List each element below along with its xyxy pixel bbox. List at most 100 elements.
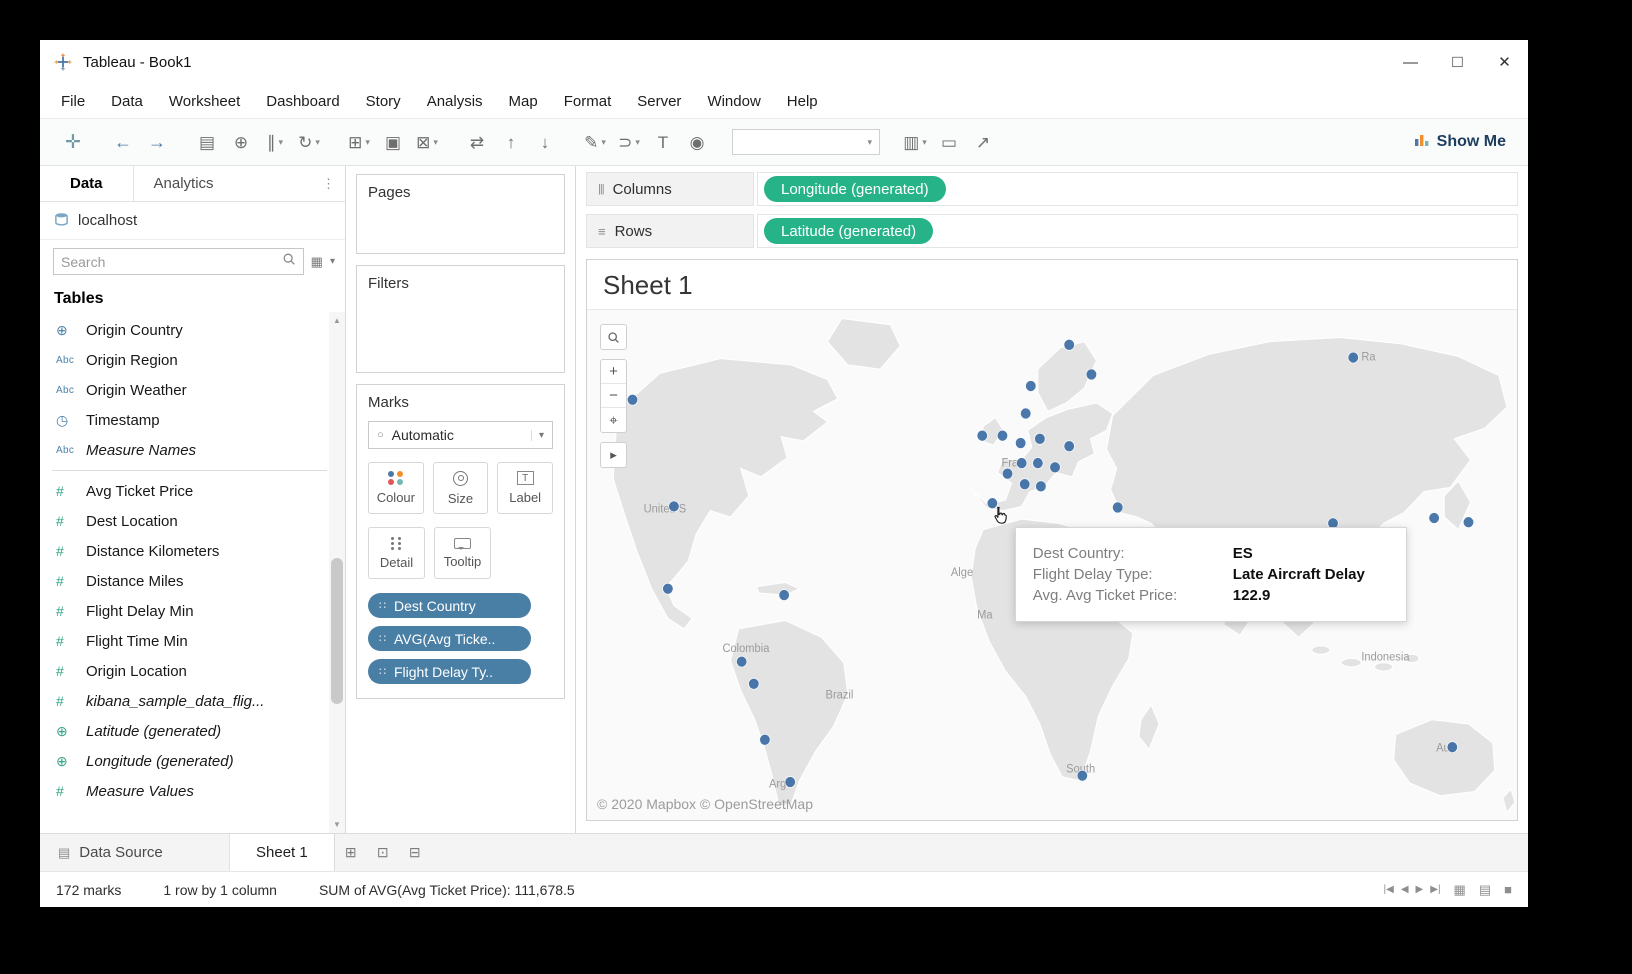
map-mark-26[interactable] xyxy=(749,678,760,689)
new-worksheet-button[interactable]: ⊞▾ xyxy=(342,125,376,159)
fit-selector[interactable]: ▾ xyxy=(732,129,880,155)
menu-item-map[interactable]: Map xyxy=(496,93,551,110)
tab-sheet-1[interactable]: Sheet 1 xyxy=(230,834,335,871)
status-view-icon-2[interactable]: ■ xyxy=(1504,882,1512,897)
menu-item-story[interactable]: Story xyxy=(353,93,414,110)
menu-item-file[interactable]: File xyxy=(48,93,98,110)
minimize-button[interactable]: — xyxy=(1387,40,1434,84)
map-mark-18[interactable] xyxy=(1112,502,1123,513)
map-mark-29[interactable] xyxy=(1077,770,1088,781)
show-me-button[interactable]: Show Me xyxy=(1408,133,1512,152)
tab-analytics[interactable]: Analytics xyxy=(134,166,234,201)
field-flight-time-min[interactable]: #Flight Time Min xyxy=(40,626,327,656)
map-mark-1[interactable] xyxy=(1064,339,1075,350)
search-input[interactable] xyxy=(61,254,282,270)
colour-button[interactable]: Colour xyxy=(368,462,424,514)
zoom-in-button[interactable]: + xyxy=(601,360,626,384)
new-dashboard-button[interactable]: ⊡ xyxy=(367,834,399,871)
share-button[interactable]: ↗ xyxy=(966,125,1000,159)
map-mark-7[interactable] xyxy=(997,430,1008,441)
tab-data-source[interactable]: ▤ Data Source xyxy=(40,834,230,871)
map-mark-4[interactable] xyxy=(1020,408,1031,419)
marks-pill-flight-delay-ty[interactable]: ∷Flight Delay Ty.. xyxy=(368,659,531,684)
map-mark-2[interactable] xyxy=(1086,369,1097,380)
marks-pill-dest-country[interactable]: ∷Dest Country xyxy=(368,593,531,618)
field-origin-weather[interactable]: AbcOrigin Weather xyxy=(40,375,327,405)
view-as-grid-icon[interactable]: ▦ xyxy=(311,254,323,270)
sort-descending-button[interactable]: ↓ xyxy=(528,125,562,159)
field-distance-kilometers[interactable]: #Distance Kilometers xyxy=(40,536,327,566)
show-mark-labels-button[interactable]: ▥▾ xyxy=(898,125,932,159)
expand-controls-button[interactable]: ▸ xyxy=(600,442,627,468)
map-mark-15[interactable] xyxy=(1019,479,1030,490)
columns-pill[interactable]: Longitude (generated) xyxy=(764,176,946,202)
highlight-button[interactable]: ✎▾ xyxy=(578,125,612,159)
field-timestamp[interactable]: ◷Timestamp xyxy=(40,405,327,435)
menu-item-worksheet[interactable]: Worksheet xyxy=(156,93,253,110)
menu-item-analysis[interactable]: Analysis xyxy=(414,93,496,110)
map-mark-13[interactable] xyxy=(1050,462,1061,473)
map-mark-5[interactable] xyxy=(1348,352,1359,363)
tab-data[interactable]: Data xyxy=(40,166,134,201)
map-mark-28[interactable] xyxy=(785,776,796,787)
field-kibana-sample-data-flig[interactable]: #kibana_sample_data_flig... xyxy=(40,686,327,716)
status-nav-icon-1[interactable]: ◀ xyxy=(1401,884,1409,895)
map-mark-19[interactable] xyxy=(1463,517,1474,528)
field-dest-location[interactable]: #Dest Location xyxy=(40,506,327,536)
pane-options-icon[interactable]: ⋮ xyxy=(312,176,345,192)
columns-shelf[interactable]: Longitude (generated) xyxy=(757,172,1518,206)
status-nav-icon-2[interactable]: ▶ xyxy=(1416,884,1424,895)
menu-item-data[interactable]: Data xyxy=(98,93,156,110)
menu-item-dashboard[interactable]: Dashboard xyxy=(253,93,352,110)
field-origin-country[interactable]: ⊕Origin Country xyxy=(40,315,327,345)
scroll-down-icon[interactable]: ▼ xyxy=(333,816,341,833)
menu-item-server[interactable]: Server xyxy=(624,93,694,110)
map-mark-16[interactable] xyxy=(1036,481,1047,492)
map-search-button[interactable] xyxy=(600,324,627,350)
status-view-icon-0[interactable]: ▦ xyxy=(1454,882,1466,898)
detail-button[interactable]: Detail xyxy=(368,527,425,579)
map-mark-10[interactable] xyxy=(1064,441,1075,452)
group-members-button[interactable]: ⊃▾ xyxy=(612,125,646,159)
label-button[interactable]: T Label xyxy=(497,462,553,514)
new-story-button[interactable]: ⊟ xyxy=(399,834,431,871)
field-avg-ticket-price[interactable]: #Avg Ticket Price xyxy=(40,476,327,506)
map-mark-14[interactable] xyxy=(1002,468,1013,479)
rows-pill[interactable]: Latitude (generated) xyxy=(764,218,933,244)
field-measure-values[interactable]: #Measure Values xyxy=(40,776,327,806)
new-data-source-button[interactable]: ⊕ xyxy=(224,125,258,159)
maximize-button[interactable]: □ xyxy=(1434,40,1481,84)
map-mark-8[interactable] xyxy=(1015,438,1026,449)
menu-item-help[interactable]: Help xyxy=(774,93,831,110)
field-flight-delay-min[interactable]: #Flight Delay Min xyxy=(40,596,327,626)
new-worksheet-button[interactable]: ⊞ xyxy=(335,834,367,871)
map-mark-11[interactable] xyxy=(1016,458,1027,469)
field-origin-location[interactable]: #Origin Location xyxy=(40,656,327,686)
field-longitude-generated[interactable]: ⊕Longitude (generated) xyxy=(40,746,327,776)
zoom-out-button[interactable]: − xyxy=(601,384,626,408)
save-button[interactable]: ▤ xyxy=(190,125,224,159)
scrollbar-thumb[interactable] xyxy=(331,558,343,704)
map-mark-0[interactable] xyxy=(627,394,638,405)
map-mark-22[interactable] xyxy=(669,501,680,512)
undo-button[interactable]: ← xyxy=(106,125,140,159)
tooltip-button[interactable]: Tooltip xyxy=(434,527,491,579)
redo-button[interactable]: → xyxy=(140,125,174,159)
status-nav-icon-0[interactable]: |◀ xyxy=(1384,884,1394,895)
mark-type-dropdown[interactable]: ○ Automatic ▾ xyxy=(368,421,553,449)
map-mark-25[interactable] xyxy=(736,656,747,667)
map-mark-30[interactable] xyxy=(1447,742,1458,753)
clear-sheet-button[interactable]: ⊠▾ xyxy=(410,125,444,159)
map-mark-6[interactable] xyxy=(977,430,988,441)
map-mark-12[interactable] xyxy=(1033,458,1044,469)
pages-shelf[interactable]: Pages xyxy=(356,174,565,254)
map-mark-23[interactable] xyxy=(663,583,674,594)
map-mark-3[interactable] xyxy=(1026,381,1037,392)
map-mark-9[interactable] xyxy=(1035,433,1046,444)
filters-shelf[interactable]: Filters xyxy=(356,265,565,373)
close-button[interactable]: ✕ xyxy=(1481,40,1528,84)
pause-auto-updates-button[interactable]: ∥▾ xyxy=(258,125,292,159)
scrollbar-track[interactable] xyxy=(329,329,345,816)
field-origin-region[interactable]: AbcOrigin Region xyxy=(40,345,327,375)
connection-row[interactable]: localhost xyxy=(40,202,345,240)
